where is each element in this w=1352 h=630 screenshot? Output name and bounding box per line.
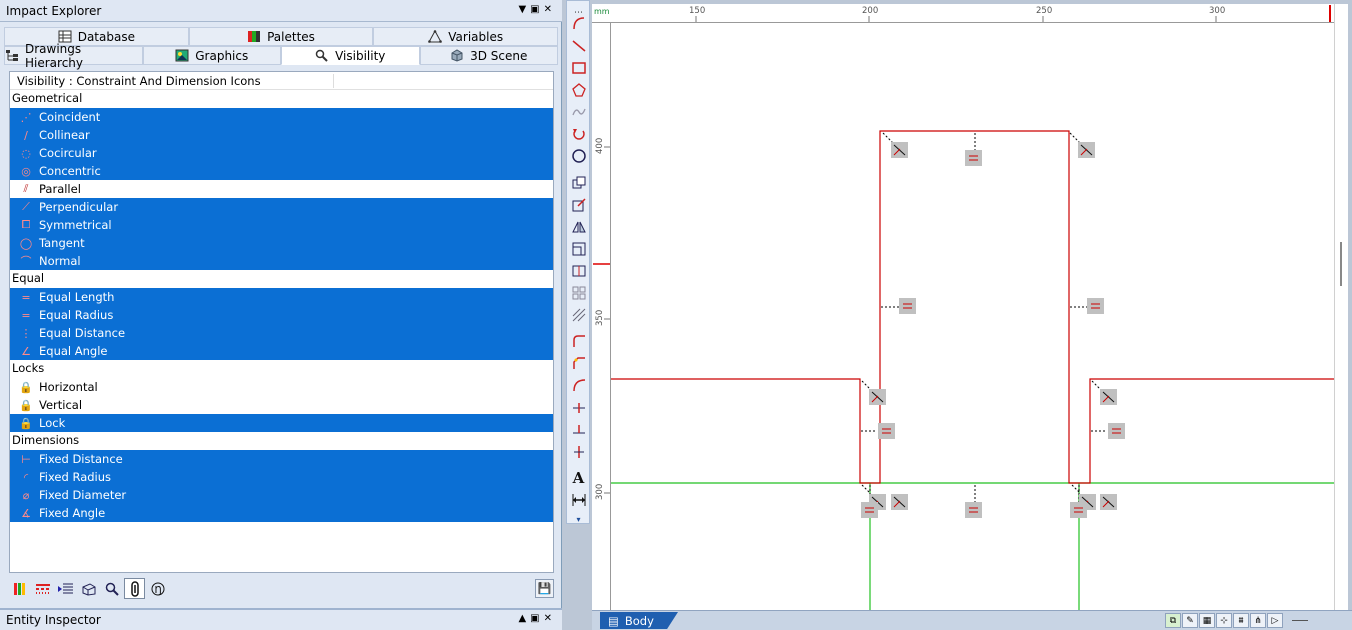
equal-length-badge[interactable] xyxy=(899,298,916,314)
v-tick-350: 350 xyxy=(595,310,605,326)
grid-toggle[interactable]: ▦ xyxy=(1199,613,1215,628)
snap-icon: ✎ xyxy=(1186,615,1194,626)
scrollbar-thumb[interactable] xyxy=(1340,242,1342,286)
perpendicular-badge[interactable] xyxy=(891,142,908,158)
constraints-toggle[interactable]: ⧉ xyxy=(1165,613,1181,628)
osnap-icon: ⩩ xyxy=(1238,615,1244,626)
equal-length-badge[interactable] xyxy=(1087,298,1104,314)
ortho-icon: ⊹ xyxy=(1220,615,1228,626)
h-tick-300: 300 xyxy=(1209,6,1225,16)
perpendicular-badge[interactable] xyxy=(1100,494,1117,510)
tracking-toggle[interactable]: ⋔ xyxy=(1250,613,1266,628)
equal-length-badge[interactable] xyxy=(965,502,982,518)
equal-badges xyxy=(861,150,1125,518)
h-tick-150: 150 xyxy=(689,6,705,16)
grid-icon: ▦ xyxy=(1202,615,1212,626)
snap-toggle[interactable]: ✎ xyxy=(1182,613,1198,628)
osnap-toggle[interactable]: ⩩ xyxy=(1233,613,1249,628)
play-icon: ▷ xyxy=(1271,615,1279,626)
horizontal-ruler-ticks xyxy=(695,16,1217,22)
h-tick-250: 250 xyxy=(1036,6,1052,16)
minimize-icon[interactable] xyxy=(1292,620,1308,621)
play-toggle[interactable]: ▷ xyxy=(1267,613,1283,628)
perpendicular-badges xyxy=(869,142,1117,510)
vertical-scrollbar[interactable] xyxy=(1334,4,1348,610)
drawing-geometry: 150 200 250 300 400 350 300 xyxy=(593,5,1334,610)
h-tick-200: 200 xyxy=(862,6,878,16)
equal-length-badge[interactable] xyxy=(1070,502,1087,518)
sheet-icon: ▤ xyxy=(608,613,619,628)
perpendicular-badge[interactable] xyxy=(891,494,908,510)
profile-outline xyxy=(611,130,1334,484)
sheet-tab-body[interactable]: ▤ Body xyxy=(600,612,678,629)
equal-length-badge[interactable] xyxy=(1108,423,1125,439)
sheet-tab-bar: ▤ Body ⧉ ✎ ▦ ⊹ ⩩ ⋔ ▷ xyxy=(592,610,1352,630)
sheet-status-tools: ⧉ ✎ ▦ ⊹ ⩩ ⋔ ▷ xyxy=(1165,613,1283,628)
sheet-tab-label: Body xyxy=(624,613,654,628)
equal-length-badge[interactable] xyxy=(965,150,982,166)
tracking-icon: ⋔ xyxy=(1254,615,1262,626)
perpendicular-badge[interactable] xyxy=(1100,389,1117,405)
perpendicular-badge[interactable] xyxy=(1078,142,1095,158)
perpendicular-badge[interactable] xyxy=(869,389,886,405)
v-tick-400: 400 xyxy=(595,138,605,154)
equal-length-badge[interactable] xyxy=(861,502,878,518)
ortho-toggle[interactable]: ⊹ xyxy=(1216,613,1232,628)
chain-icon: ⧉ xyxy=(1169,615,1177,626)
constraint-leaders xyxy=(861,132,1107,502)
equal-length-badge[interactable] xyxy=(878,423,895,439)
v-tick-300: 300 xyxy=(595,484,605,500)
